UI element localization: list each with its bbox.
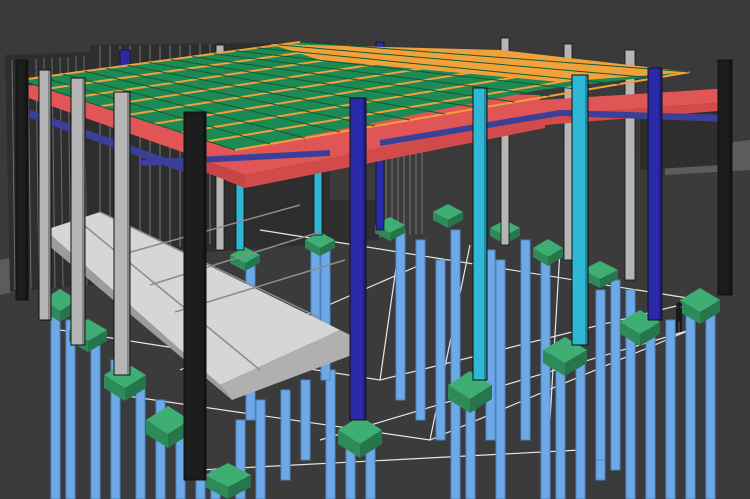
column-shade (25, 60, 28, 300)
pile (50, 309, 61, 499)
pile (435, 259, 446, 441)
column-shade (48, 70, 51, 320)
pile (325, 369, 336, 499)
pile (90, 334, 101, 499)
pile (575, 359, 586, 499)
pile (395, 229, 406, 401)
pile (415, 239, 426, 421)
pile (300, 379, 311, 461)
column-shade (484, 88, 487, 380)
column-shade (585, 75, 588, 345)
structure-render (0, 0, 750, 499)
pile (450, 229, 461, 499)
pile (645, 319, 656, 499)
pile (665, 319, 676, 499)
pile (705, 299, 716, 499)
pile (610, 279, 621, 471)
column-shade (82, 78, 85, 345)
column-shade (203, 112, 206, 480)
column-shade (363, 98, 366, 420)
pile (135, 379, 146, 499)
pile (595, 289, 606, 461)
column-shade (659, 68, 662, 320)
pile (280, 389, 291, 481)
column (624, 49, 636, 281)
column-shade (127, 92, 130, 375)
pile (540, 259, 551, 499)
pile (255, 399, 266, 499)
render-viewport (0, 0, 750, 499)
pile (520, 239, 531, 441)
pile (685, 299, 696, 499)
pile (65, 319, 76, 499)
column-shade (729, 60, 732, 295)
column (183, 111, 207, 481)
pile (495, 259, 506, 499)
